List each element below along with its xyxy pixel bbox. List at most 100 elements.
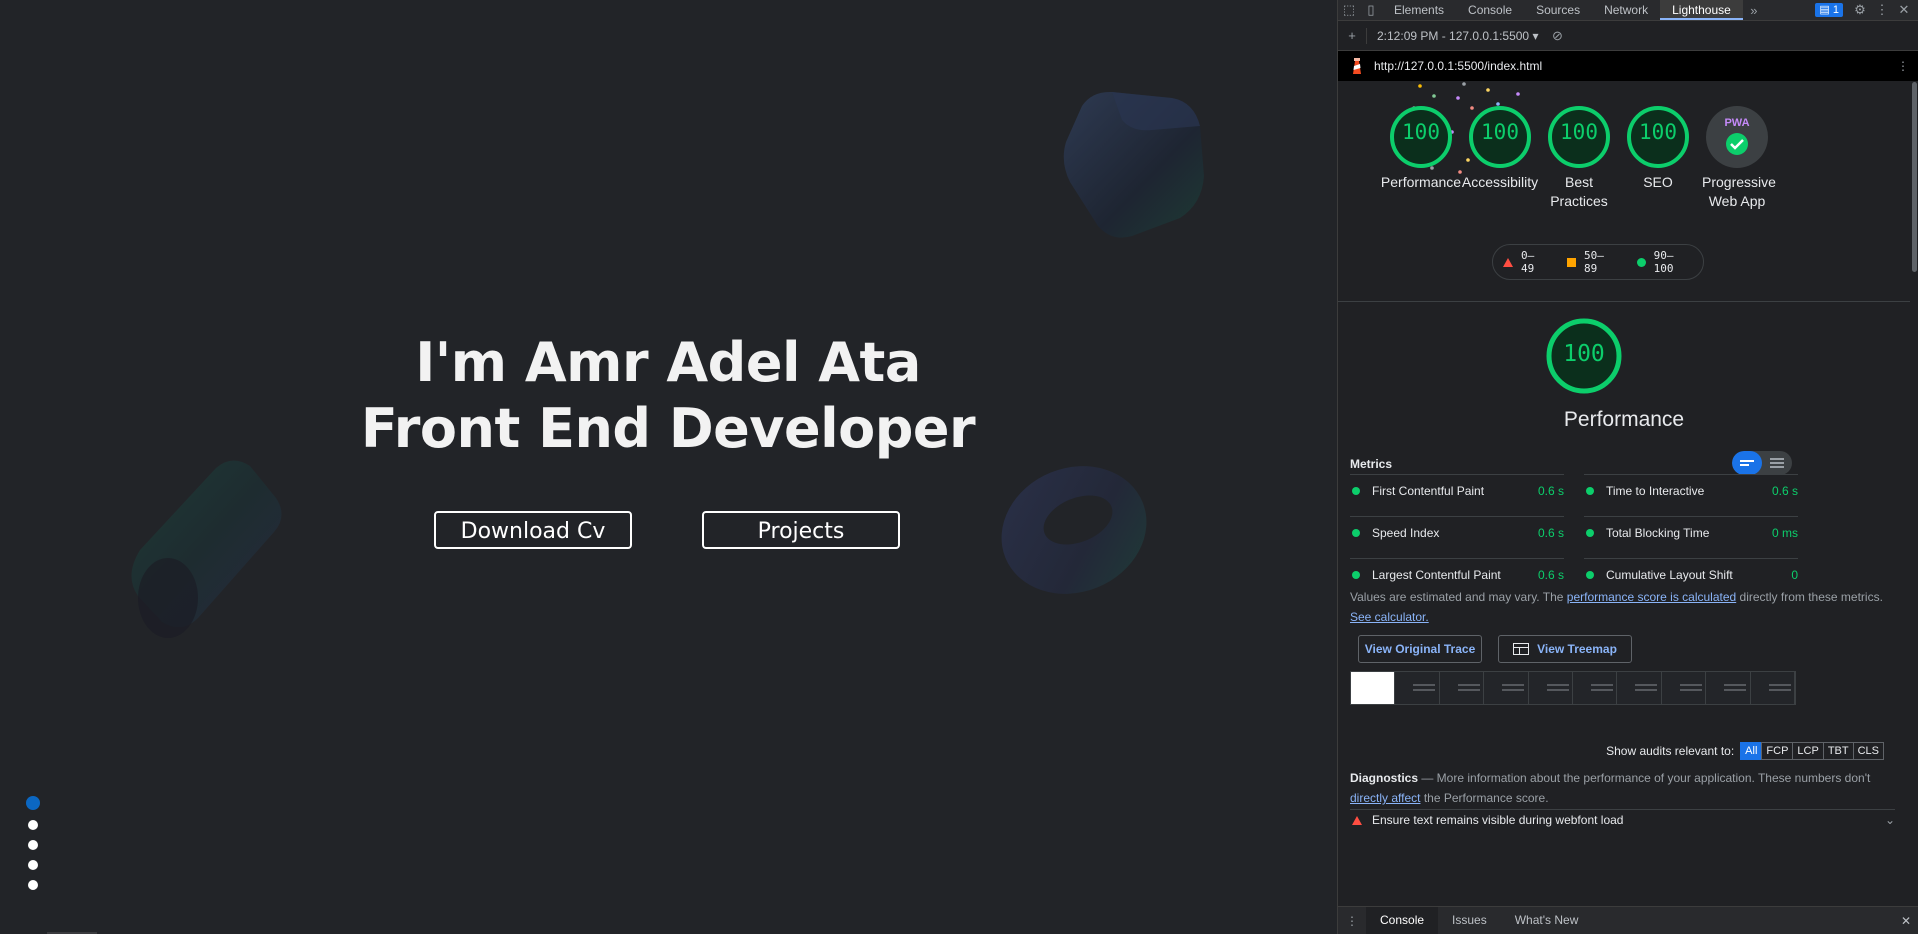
- more-tabs-icon[interactable]: »: [1743, 0, 1765, 20]
- gauge-best-practices[interactable]: 100 Best Practices: [1534, 104, 1624, 211]
- tab-sources[interactable]: Sources: [1524, 0, 1592, 20]
- section-dot[interactable]: [28, 820, 38, 830]
- pwa-badge-icon: PWA: [1706, 106, 1768, 168]
- gauge-score: 100: [1481, 120, 1519, 144]
- filter-cls[interactable]: CLS: [1852, 742, 1884, 760]
- metrics-note: Values are estimated and may vary. The p…: [1350, 590, 1883, 624]
- fail-triangle-icon: [1352, 815, 1362, 825]
- drawer-tab-console[interactable]: Console: [1366, 907, 1439, 934]
- metric-si: Speed Index 0.6 s: [1350, 516, 1564, 549]
- filmstrip-frame: [1351, 672, 1396, 704]
- gauge-score: 100: [1560, 120, 1598, 144]
- lighthouse-report: 100 Performance 100 Accessibility 100 Be…: [1338, 82, 1910, 906]
- portfolio-page: I'm Amr Adel Ata Front End Developer Dow…: [0, 0, 1337, 934]
- issues-count: 1: [1832, 4, 1839, 16]
- directly-affect-link[interactable]: directly affect: [1350, 791, 1420, 805]
- report-scrollbar[interactable]: [1910, 82, 1918, 272]
- inspect-element-icon[interactable]: ⬚: [1338, 0, 1360, 20]
- metric-name: Time to Interactive: [1606, 484, 1705, 498]
- see-calculator-link[interactable]: See calculator.: [1350, 610, 1429, 624]
- metric-value: 0.6 s: [1771, 484, 1798, 498]
- section-divider: [1338, 301, 1910, 302]
- tab-network[interactable]: Network: [1592, 0, 1660, 20]
- report-url-bar: http://127.0.0.1:5500/index.html ⋮: [1338, 51, 1918, 81]
- metric-fcp: First Contentful Paint 0.6 s: [1350, 474, 1564, 507]
- section-dot[interactable]: [26, 796, 40, 810]
- new-report-plus-icon[interactable]: +: [1338, 26, 1366, 46]
- kebab-menu-icon[interactable]: ⋮: [1871, 0, 1893, 20]
- filter-lcp[interactable]: LCP: [1792, 742, 1824, 760]
- metric-value: 0: [1791, 568, 1798, 582]
- category-gauges: 100 Performance 100 Accessibility 100 Be…: [1338, 104, 1910, 244]
- chevron-down-icon[interactable]: ⌄: [1885, 813, 1895, 827]
- diagnostics-title: Diagnostics: [1350, 771, 1419, 785]
- performance-gauge-large: 100: [1534, 317, 1634, 395]
- expanded-view-button[interactable]: [1762, 451, 1792, 475]
- gauge-performance[interactable]: 100 Performance: [1376, 104, 1466, 192]
- drawer-menu-icon[interactable]: ⋮: [1338, 914, 1366, 928]
- compact-view-button[interactable]: [1732, 451, 1762, 475]
- rounded-box-3d-shape: [131, 460, 282, 638]
- report-menu-icon[interactable]: ⋮: [1897, 59, 1909, 73]
- section-dot[interactable]: [28, 860, 38, 870]
- gauge-score: 100: [1402, 120, 1440, 144]
- tab-console[interactable]: Console: [1456, 0, 1524, 20]
- report-url[interactable]: http://127.0.0.1:5500/index.html: [1374, 59, 1542, 73]
- gauge-seo[interactable]: 100 SEO: [1613, 104, 1703, 192]
- gauge-accessibility[interactable]: 100 Accessibility: [1455, 104, 1545, 192]
- audit-title: Ensure text remains visible during webfo…: [1372, 813, 1624, 827]
- metric-value: 0.6 s: [1537, 484, 1564, 498]
- close-icon[interactable]: ✕: [1893, 0, 1915, 20]
- filter-all[interactable]: All: [1740, 742, 1763, 760]
- lines-icon: [1740, 458, 1754, 468]
- settings-gear-icon[interactable]: ⚙: [1849, 0, 1871, 20]
- metric-name: Cumulative Layout Shift: [1606, 568, 1733, 582]
- view-original-trace-button[interactable]: View Original Trace: [1358, 635, 1482, 663]
- filmstrip-frame: [1395, 672, 1440, 704]
- hero-name: I'm Amr Adel Ata: [415, 331, 921, 394]
- issues-badge[interactable]: ▤ 1: [1815, 3, 1843, 17]
- gauge-pwa[interactable]: PWA Progressive Web App: [1692, 104, 1782, 211]
- drawer-tab-issues[interactable]: Issues: [1438, 907, 1501, 934]
- devtools-panel: ⬚ ▯ Elements Console Sources Network Lig…: [1337, 0, 1918, 934]
- section-dot[interactable]: [28, 840, 38, 850]
- metric-tbt: Total Blocking Time 0 ms: [1584, 516, 1798, 549]
- audit-webfont[interactable]: Ensure text remains visible during webfo…: [1350, 809, 1895, 830]
- filmstrip-frame: [1617, 672, 1662, 704]
- metrics-view-toggle[interactable]: [1732, 451, 1792, 475]
- gauge-label: Performance: [1380, 174, 1462, 190]
- gauge-label: Best Practices: [1550, 174, 1608, 209]
- tab-elements[interactable]: Elements: [1382, 0, 1456, 20]
- cube-3d-shape: [1063, 91, 1204, 238]
- filmstrip-frame: [1661, 672, 1707, 704]
- performance-title: Performance: [1563, 408, 1685, 431]
- chat-icon: ▤: [1819, 4, 1833, 16]
- gauge-score: 100: [1639, 120, 1677, 144]
- device-toolbar-icon[interactable]: ▯: [1360, 0, 1382, 20]
- pass-circle-icon: [1636, 257, 1646, 267]
- drawer-tab-whats-new[interactable]: What's New: [1501, 907, 1593, 934]
- filmstrip-frame: [1484, 672, 1529, 704]
- tab-lighthouse[interactable]: Lighthouse: [1660, 0, 1743, 20]
- metric-name: Speed Index: [1372, 526, 1440, 540]
- report-selector[interactable]: 2:12:09 PM - 127.0.0.1:5500 ▾: [1377, 29, 1538, 43]
- projects-button[interactable]: Projects: [702, 511, 900, 549]
- score-calculated-link[interactable]: performance score is calculated: [1567, 590, 1736, 604]
- filter-tbt[interactable]: TBT: [1822, 742, 1854, 760]
- view-treemap-button[interactable]: View Treemap: [1498, 635, 1632, 663]
- legend-pass: 90–100: [1653, 249, 1674, 275]
- audit-filter-bar: Show audits relevant to: All FCP LCP TBT…: [1606, 742, 1884, 760]
- fail-triangle-icon: [1503, 257, 1513, 267]
- download-cv-button[interactable]: Download Cv: [434, 511, 632, 549]
- section-dot[interactable]: [28, 880, 38, 890]
- filter-fcp[interactable]: FCP: [1761, 742, 1794, 760]
- lines-icon: [1770, 456, 1784, 470]
- gauge-label: SEO: [1643, 174, 1673, 190]
- pass-dot-icon: [1352, 529, 1360, 537]
- torus-3d-shape: [1001, 466, 1147, 594]
- metric-value: 0 ms: [1771, 526, 1798, 540]
- hero-role: Front End Developer: [360, 397, 976, 460]
- drawer-close-icon[interactable]: ✕: [1901, 914, 1911, 928]
- pass-dot-icon: [1352, 571, 1360, 579]
- clear-reports-icon[interactable]: ⊘: [1546, 26, 1568, 46]
